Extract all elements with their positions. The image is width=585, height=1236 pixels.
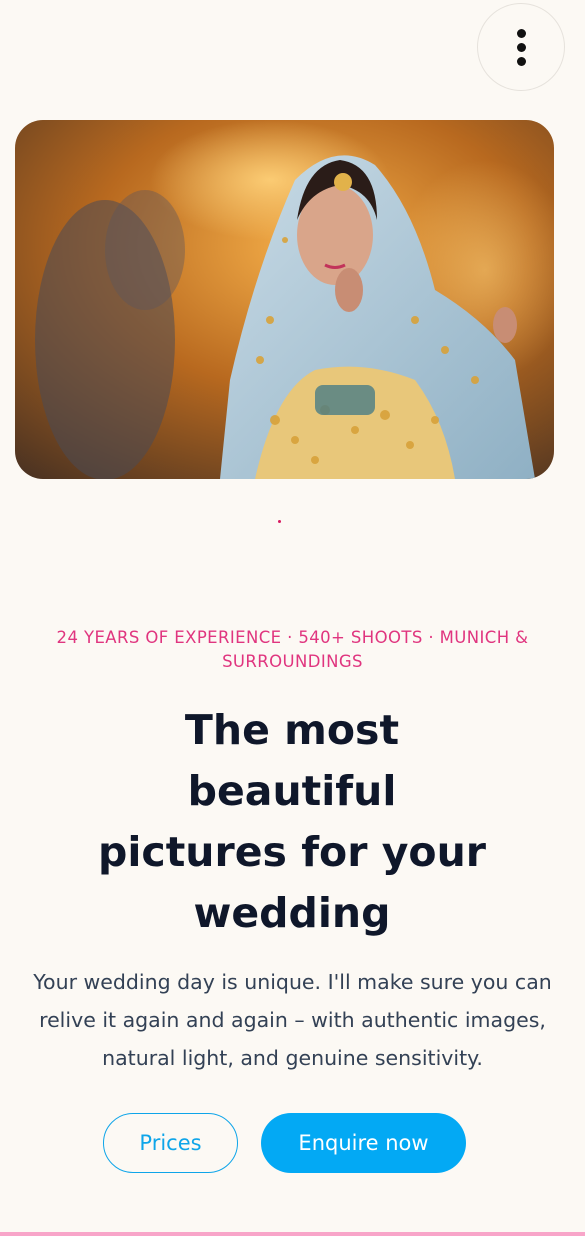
more-vertical-icon-dot: [516, 42, 526, 52]
more-vertical-icon: [516, 28, 526, 38]
menu-button[interactable]: [477, 3, 565, 91]
prices-button[interactable]: Prices: [103, 1113, 238, 1173]
hero-lead-text: Your wedding day is unique. I'll make su…: [33, 970, 552, 1070]
enquire-now-button[interactable]: Enquire now: [261, 1113, 466, 1173]
more-vertical-icon-dot: [516, 56, 526, 66]
experience-eyebrow: 24 YEARS OF EXPERIENCE · 540+ SHOOTS · M…: [56, 628, 529, 671]
hero-photo-illustration: [15, 120, 554, 479]
page: 24 YEARS OF EXPERIENCE · 540+ SHOOTS · M…: [0, 0, 585, 1236]
hero-headline: The most beautiful pictures for your wed…: [98, 706, 486, 937]
hero-image: [15, 120, 554, 479]
carousel-indicator[interactable]: [278, 520, 281, 523]
section-divider: [0, 1232, 585, 1236]
